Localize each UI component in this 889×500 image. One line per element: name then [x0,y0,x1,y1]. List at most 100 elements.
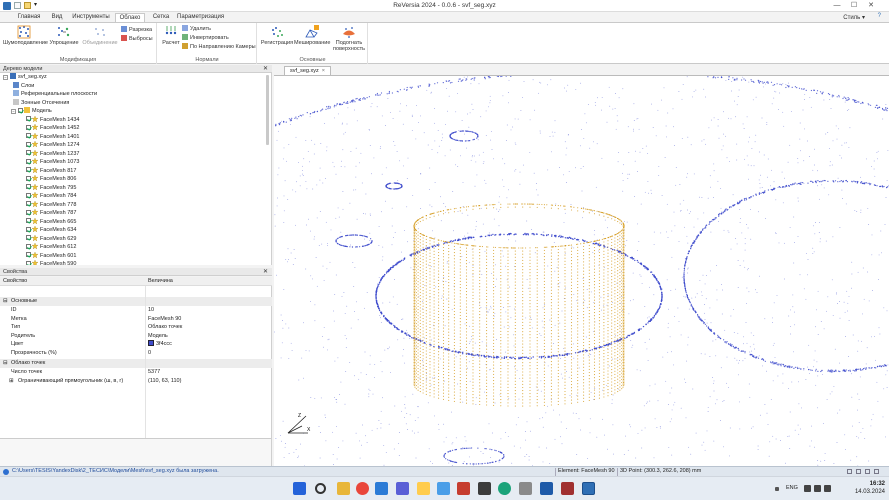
invert-normals-button[interactable]: Инвертировать [182,34,229,42]
tree-scrollbar[interactable] [266,75,269,145]
point [805,298,807,300]
visibility-checkbox[interactable] [18,107,23,113]
collapse-icon[interactable]: ⊟ [3,359,8,368]
model-tree-close-icon[interactable]: ✕ [263,65,268,73]
visibility-checkbox[interactable] [26,252,31,257]
visibility-checkbox[interactable] [26,209,31,215]
collapse-icon[interactable]: − [11,108,16,114]
tree-item-facemesh[interactable]: FaceMesh 817 [26,166,76,176]
point [344,312,346,314]
visibility-checkbox[interactable] [26,218,31,223]
visibility-checkbox[interactable] [26,158,31,164]
prop-row[interactable]: Тип Облако точек [0,323,272,332]
tree-node-layers[interactable]: Слои [13,81,34,91]
color-swatch[interactable] [148,340,154,346]
tree-item-facemesh[interactable]: FaceMesh 1401 [26,132,79,142]
tree-item-facemesh[interactable]: FaceMesh 590 [26,260,76,265]
prop-row-bounding-box[interactable]: ⊞ Ограничивающий прямоугольник (ш, в, г)… [0,377,272,386]
tree-item-facemesh[interactable]: FaceMesh 601 [26,251,76,261]
tab-parametrization[interactable]: Параметризация [177,13,224,22]
prop-row[interactable]: Родитель Модель [0,332,272,341]
visibility-checkbox[interactable] [26,235,31,240]
visibility-checkbox[interactable] [26,175,31,181]
visibility-checkbox[interactable] [26,124,31,130]
visibility-checkbox[interactable] [26,243,31,249]
tab-view[interactable]: Вид [48,13,66,22]
visibility-checkbox[interactable] [26,150,31,155]
visibility-checkbox[interactable] [26,260,31,265]
visibility-checkbox[interactable] [26,167,31,172]
registration-button[interactable]: Регистрация [260,25,294,46]
tree-item-facemesh[interactable]: FaceMesh 629 [26,234,76,244]
tree-node-ref-planes[interactable]: Референциальные плоскости [13,90,97,99]
tab-home[interactable]: Главная [14,13,44,22]
tree-item-facemesh[interactable]: FaceMesh 1434 [26,115,79,125]
point [582,278,584,279]
prop-row[interactable]: Метка FaceMesh 90 [0,315,272,324]
visibility-checkbox[interactable] [26,141,31,147]
prop-row[interactable]: ID 10 [0,306,272,315]
point [300,443,301,445]
point [529,247,531,249]
tree-item-facemesh[interactable]: FaceMesh 784 [26,192,76,201]
expand-icon[interactable]: ⊞ [9,377,14,386]
tree-root[interactable]: − svf_seg.xyz [3,73,47,82]
document-tab[interactable]: svf_seg.xyz × [284,66,331,75]
tree-node-model[interactable]: − Модель [11,107,52,116]
fit-surface-button[interactable]: Подогнать поверхность [331,25,367,52]
minimize-button[interactable]: — [830,1,844,11]
point-cloud-canvas[interactable]: Z X [274,76,889,466]
visibility-checkbox[interactable] [26,133,31,138]
sections-button[interactable]: Разрезка [121,26,152,34]
denoise-button[interactable]: Шумоподавление [3,25,48,46]
3d-viewport[interactable]: Z X [274,75,889,466]
delete-normals-button[interactable]: Удалить [182,25,211,33]
tab-mesh[interactable]: Сетка [149,13,173,22]
collapse-icon[interactable]: ⊟ [3,297,8,306]
tree-item-facemesh[interactable]: FaceMesh 1274 [26,141,79,150]
point [470,131,472,133]
point [726,341,728,343]
collapse-icon[interactable]: − [3,74,8,80]
visibility-checkbox[interactable] [26,201,31,206]
tree-item-facemesh[interactable]: FaceMesh 1452 [26,124,79,133]
point [747,164,749,166]
visibility-checkbox[interactable] [26,184,31,189]
tree-item-facemesh[interactable]: FaceMesh 665 [26,217,76,227]
tree-node-clipping[interactable]: Зонные Отсечения [13,98,69,108]
close-window-button[interactable]: ✕ [864,1,878,11]
point [465,263,468,265]
point [849,370,851,372]
prop-row[interactable]: Цвет 3f4ccc [0,340,272,349]
tree-item-facemesh[interactable]: FaceMesh 634 [26,226,76,235]
simplify-button[interactable]: Упрощение [47,25,81,46]
visibility-checkbox[interactable] [26,226,31,232]
document-tab-close-icon[interactable]: × [322,68,325,74]
tree-item-facemesh[interactable]: FaceMesh 806 [26,175,76,184]
style-dropdown[interactable]: Стиль ▾ [843,14,865,21]
properties-close-icon[interactable]: ✕ [263,268,268,276]
tree-item-facemesh[interactable]: FaceMesh 795 [26,183,76,193]
point [413,233,415,235]
prop-row[interactable]: Прозрачность (%) 0 [0,349,272,358]
visibility-checkbox[interactable] [26,192,31,198]
tab-tools[interactable]: Инструменты [70,13,112,22]
layers-icon [13,81,19,88]
point [701,320,703,322]
outliers-button[interactable]: Выбросы [121,35,153,43]
tree-item-facemesh[interactable]: FaceMesh 612 [26,243,76,252]
group-main[interactable]: ⊟ Основные [0,297,272,306]
merge-button[interactable]: Объединение [82,25,118,46]
tree-item-facemesh[interactable]: FaceMesh 1237 [26,149,79,159]
group-cloud[interactable]: ⊟ Облако точек [0,359,272,368]
tree-item-facemesh[interactable]: FaceMesh 787 [26,209,76,218]
compute-normals-button[interactable]: Расчет [160,25,182,46]
tree-item-facemesh[interactable]: FaceMesh 778 [26,200,76,210]
help-icon[interactable]: ? [878,13,881,19]
visibility-checkbox[interactable] [26,116,31,121]
normals-by-camera-button[interactable]: По Направлению Камеры [182,43,256,51]
maximize-button[interactable]: ☐ [847,1,861,11]
meshing-button[interactable]: Меширование [294,25,330,46]
tab-cloud[interactable]: Облако [115,13,145,22]
tree-item-facemesh[interactable]: FaceMesh 1073 [26,158,79,167]
